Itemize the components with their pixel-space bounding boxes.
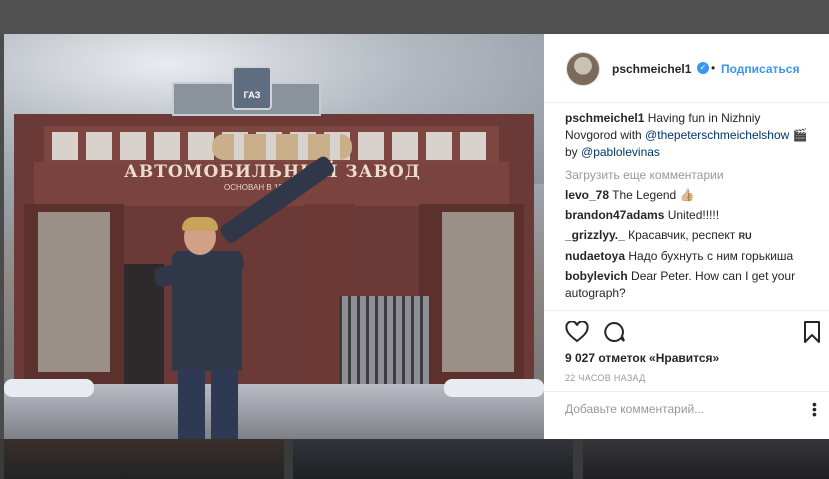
caption-mention-link[interactable]: @thepeterschmeichelshow (645, 128, 789, 142)
post-timestamp: 22 ЧАСОВ НАЗАД (565, 373, 646, 383)
post-photo[interactable]: ГАЗ АВТОМОБИЛЬНЫЙ ЗАВОД ОСНОВАН В 1932 (4, 34, 544, 439)
comment-row: nudaetoya Надо бухнуть с ним горькиша (565, 249, 794, 263)
comment-username[interactable]: _grizzlyy._ (565, 228, 625, 242)
follow-button[interactable]: Подписаться (721, 62, 799, 76)
post-actions: 9 027 отметок «Нравится» 22 ЧАСОВ НАЗАД … (544, 310, 829, 423)
caption-mention-link[interactable]: @pablolevinas (581, 145, 660, 159)
separator-dot: • (711, 61, 716, 75)
top-bar (0, 0, 829, 34)
factory-sign: АВТОМОБИЛЬНЫЙ ЗАВОД (124, 162, 421, 182)
iron-gate (339, 296, 429, 388)
verified-badge-icon: ✓ (697, 62, 709, 74)
bookmark-icon[interactable] (803, 321, 821, 343)
comment-username[interactable]: levo_78 (565, 188, 609, 202)
add-comment-input[interactable] (565, 402, 785, 416)
gaz-emblem: ГАЗ (232, 66, 272, 110)
comment-username[interactable]: bobylevich (565, 269, 628, 283)
post-caption: pschmeichel1 Having fun in Nizhniy Novgo… (565, 111, 808, 159)
medals (212, 134, 352, 160)
comment-row: _grizzlyy._ Красавчик, респект RU (565, 228, 752, 242)
comment-username[interactable]: nudaetoya (565, 249, 625, 263)
comment-row: brandon47adams United!!!!! (565, 208, 720, 222)
post-sidebar: pschmeichel1 ✓ • Подписаться pschmeichel… (544, 34, 829, 439)
thumbnail-3[interactable] (583, 439, 829, 479)
author-username[interactable]: pschmeichel1 (612, 62, 691, 76)
comments-list: pschmeichel1 Having fun in Nizhniy Novgo… (565, 108, 815, 302)
post-header: pschmeichel1 ✓ • Подписаться (544, 34, 829, 103)
likes-count[interactable]: 9 027 отметок «Нравится» (565, 351, 719, 365)
add-comment-bar: ••• (544, 391, 829, 428)
comment-row: levo_78 The Legend 👍🏼 (565, 188, 695, 202)
flag-icon: RU (738, 231, 752, 241)
comment-row: bobylevich Dear Peter. How can I get you… (565, 269, 796, 300)
more-options-icon[interactable]: • • • (812, 397, 818, 421)
post-modal: ГАЗ АВТОМОБИЛЬНЫЙ ЗАВОД ОСНОВАН В 1932 p… (4, 34, 829, 439)
comment-username[interactable]: brandon47adams (565, 208, 664, 222)
thumbnail-1[interactable] (4, 439, 284, 479)
avatar[interactable] (566, 52, 600, 86)
heart-icon[interactable] (565, 321, 589, 343)
load-more-comments-button[interactable]: Загрузить еще комментарии (565, 167, 815, 184)
thumbnail-2[interactable] (293, 439, 573, 479)
comment-icon[interactable] (602, 321, 626, 343)
caption-username[interactable]: pschmeichel1 (565, 111, 644, 125)
person-dabbing (152, 154, 337, 439)
